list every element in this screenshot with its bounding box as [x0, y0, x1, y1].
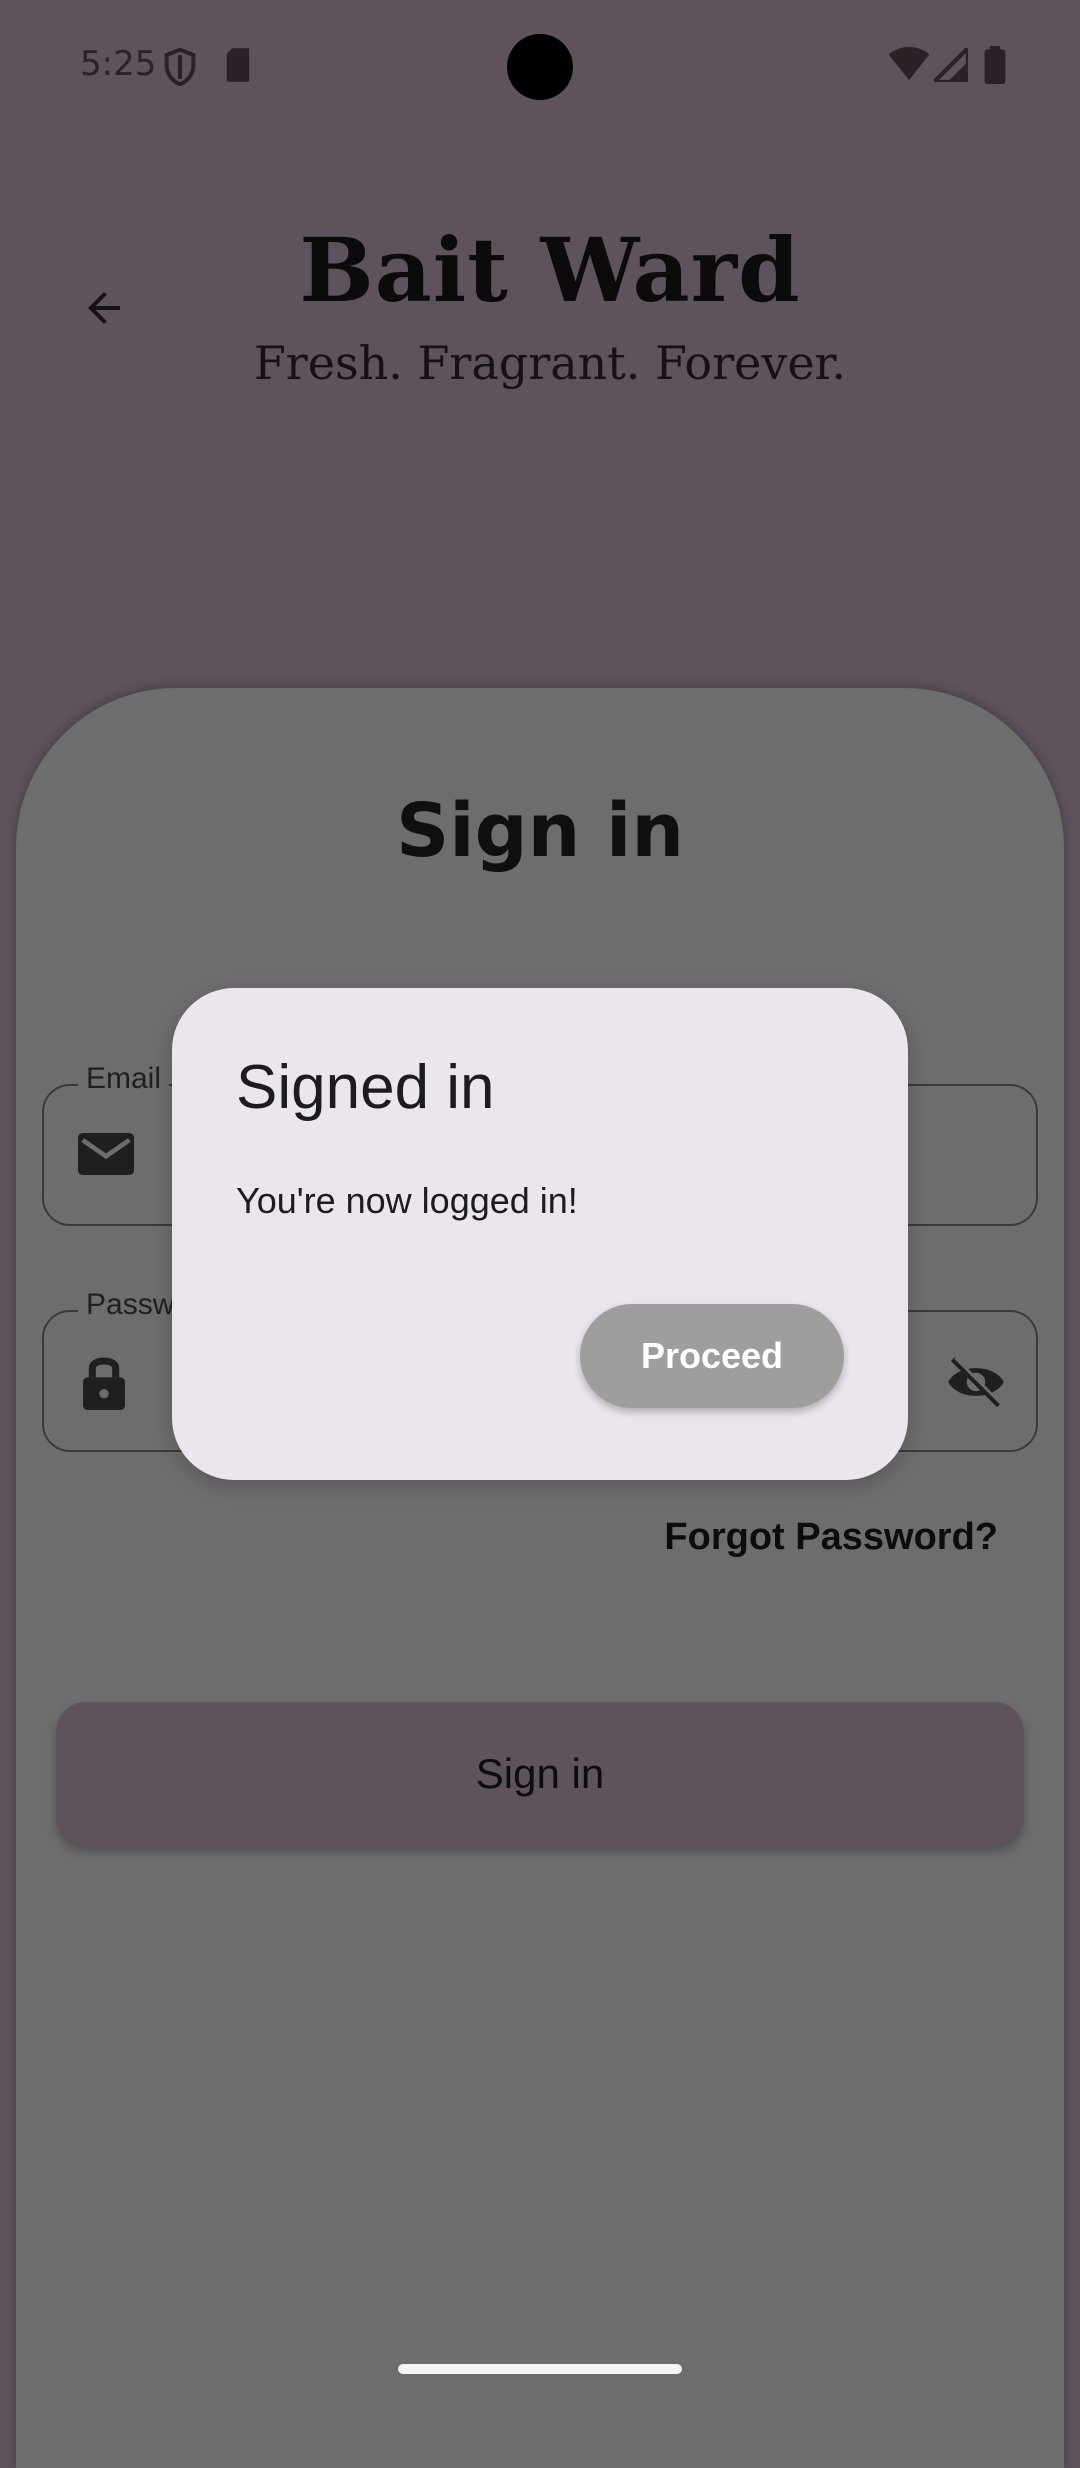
signin-button[interactable]: Sign in — [56, 1702, 1024, 1846]
email-field-label: Email — [78, 1062, 170, 1096]
sd-card-icon — [224, 48, 252, 87]
lock-icon — [82, 1354, 126, 1415]
home-indicator[interactable] — [398, 2364, 682, 2374]
visibility-off-icon[interactable] — [946, 1354, 1006, 1415]
status-bar: 5:25 — [0, 0, 1080, 130]
mail-icon — [78, 1128, 134, 1185]
battery-icon — [984, 46, 1006, 89]
brand-title: Bait Ward — [299, 218, 801, 322]
signin-title: Sign in — [395, 788, 685, 874]
dialog-title: Signed in — [236, 1053, 495, 1122]
wifi-icon — [888, 46, 930, 85]
proceed-button[interactable]: Proceed — [580, 1304, 844, 1408]
signal-icon — [928, 42, 971, 87]
brand-tagline: Fresh. Fragrant. Forever. — [253, 336, 847, 390]
camera-cutout — [507, 34, 573, 100]
dialog-message: You're now logged in! — [236, 1180, 578, 1221]
signed-in-dialog: Signed in You're now logged in! Proceed — [172, 988, 908, 1480]
status-time: 5:25 — [80, 44, 157, 84]
shield-icon — [164, 47, 196, 91]
forgot-password-link[interactable]: Forgot Password? — [664, 1516, 998, 1559]
signin-card: Sign in Email Password Forgot Password? … — [16, 688, 1064, 2468]
